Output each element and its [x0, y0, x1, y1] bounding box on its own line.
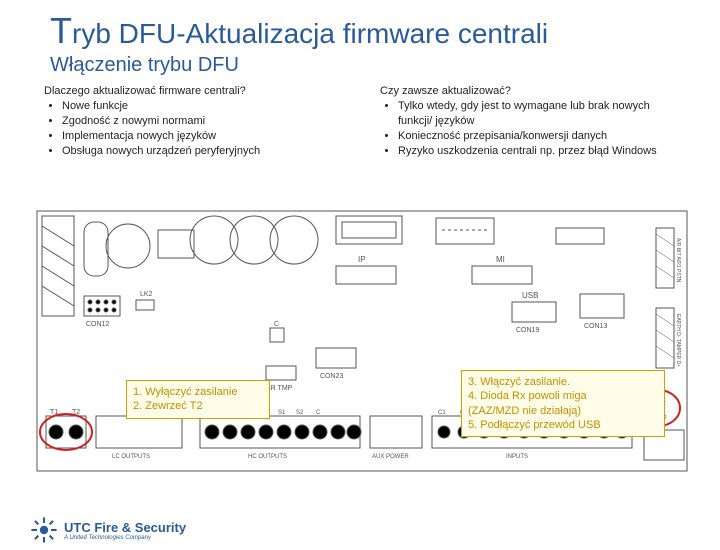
list-item: Implementacja nowych języków	[62, 129, 340, 144]
svg-text:C1: C1	[438, 410, 446, 416]
callout-left: 1. Wyłączyć zasilanie 2. Zewrzeć T2	[126, 380, 270, 419]
pcb-svg: LK2 CON12 IP MI USB CON19 CON13 C CON23 …	[36, 210, 688, 490]
right-list: Tylko wtedy, gdy jest to wymagane lub br…	[380, 99, 676, 158]
callout-line: 4. Dioda Rx powoli miga	[468, 389, 658, 403]
callout-right: 3. Włączyć zasilanie. 4. Dioda Rx powoli…	[461, 370, 665, 437]
svg-text:C: C	[274, 321, 279, 328]
svg-text:LK2: LK2	[140, 291, 153, 298]
list-item: Tylko wtedy, gdy jest to wymagane lub br…	[398, 99, 676, 129]
svg-text:LC OUTPUTS: LC OUTPUTS	[112, 454, 150, 460]
page-title: Tryb DFU-Aktualizacja firmware centrali	[50, 10, 720, 52]
right-question: Czy zawsze aktualizować?	[380, 85, 676, 97]
left-question: Dlaczego aktualizować firmware centrali?	[44, 85, 340, 97]
svg-text:USB: USB	[522, 291, 538, 300]
list-item: Ryzyko uszkodzenia centrali np. przez bł…	[398, 144, 676, 159]
svg-text:INPUTS: INPUTS	[506, 454, 528, 460]
svg-text:CON23: CON23	[320, 373, 343, 380]
svg-text:S2: S2	[296, 410, 304, 416]
svg-text:A/R BIT A/R1 PSTN: A/R BIT A/R1 PSTN	[675, 238, 681, 283]
svg-text:HC OUTPUTS: HC OUTPUTS	[248, 454, 287, 460]
svg-text:MI: MI	[496, 255, 505, 264]
list-item: Nowe funkcje	[62, 99, 340, 114]
svg-text:EARTH D- TAMPER D+: EARTH D- TAMPER D+	[675, 314, 681, 367]
svg-text:AUX POWER: AUX POWER	[372, 454, 409, 460]
svg-text:CON13: CON13	[584, 323, 607, 330]
content-columns: Dlaczego aktualizować firmware centrali?…	[0, 85, 720, 158]
svg-text:CON12: CON12	[86, 321, 109, 328]
page-subtitle: Włączenie trybu DFU	[50, 54, 720, 77]
callout-line: 3. Włączyć zasilanie.	[468, 375, 658, 389]
pcb-diagram: LK2 CON12 IP MI USB CON19 CON13 C CON23 …	[36, 210, 688, 490]
logo-text: UTC Fire & Security	[64, 520, 186, 535]
left-list: Nowe funkcje Zgodność z nowymi normami I…	[44, 99, 340, 158]
title-rest: ryb DFU-Aktualizacja firmware centrali	[72, 18, 548, 49]
svg-text:IP: IP	[358, 255, 366, 264]
callout-line: (ZAZ/MZD nie działają)	[468, 404, 658, 418]
left-column: Dlaczego aktualizować firmware centrali?…	[44, 85, 340, 158]
callout-line: 2. Zewrzeć T2	[133, 399, 263, 413]
list-item: Konieczność przepisania/konwersji danych	[398, 129, 676, 144]
list-item: Obsługa nowych urządzeń peryferyjnych	[62, 144, 340, 159]
callout-line: 1. Wyłączyć zasilanie	[133, 385, 263, 399]
callout-line: 5. Podłączyć przewód USB	[468, 418, 658, 432]
right-column: Czy zawsze aktualizować? Tylko wtedy, gd…	[380, 85, 676, 158]
svg-text:C: C	[316, 410, 321, 416]
svg-text:S1: S1	[278, 410, 286, 416]
title-big-letter: T	[50, 10, 72, 51]
svg-text:CON19: CON19	[516, 327, 539, 334]
list-item: Zgodność z nowymi normami	[62, 114, 340, 129]
